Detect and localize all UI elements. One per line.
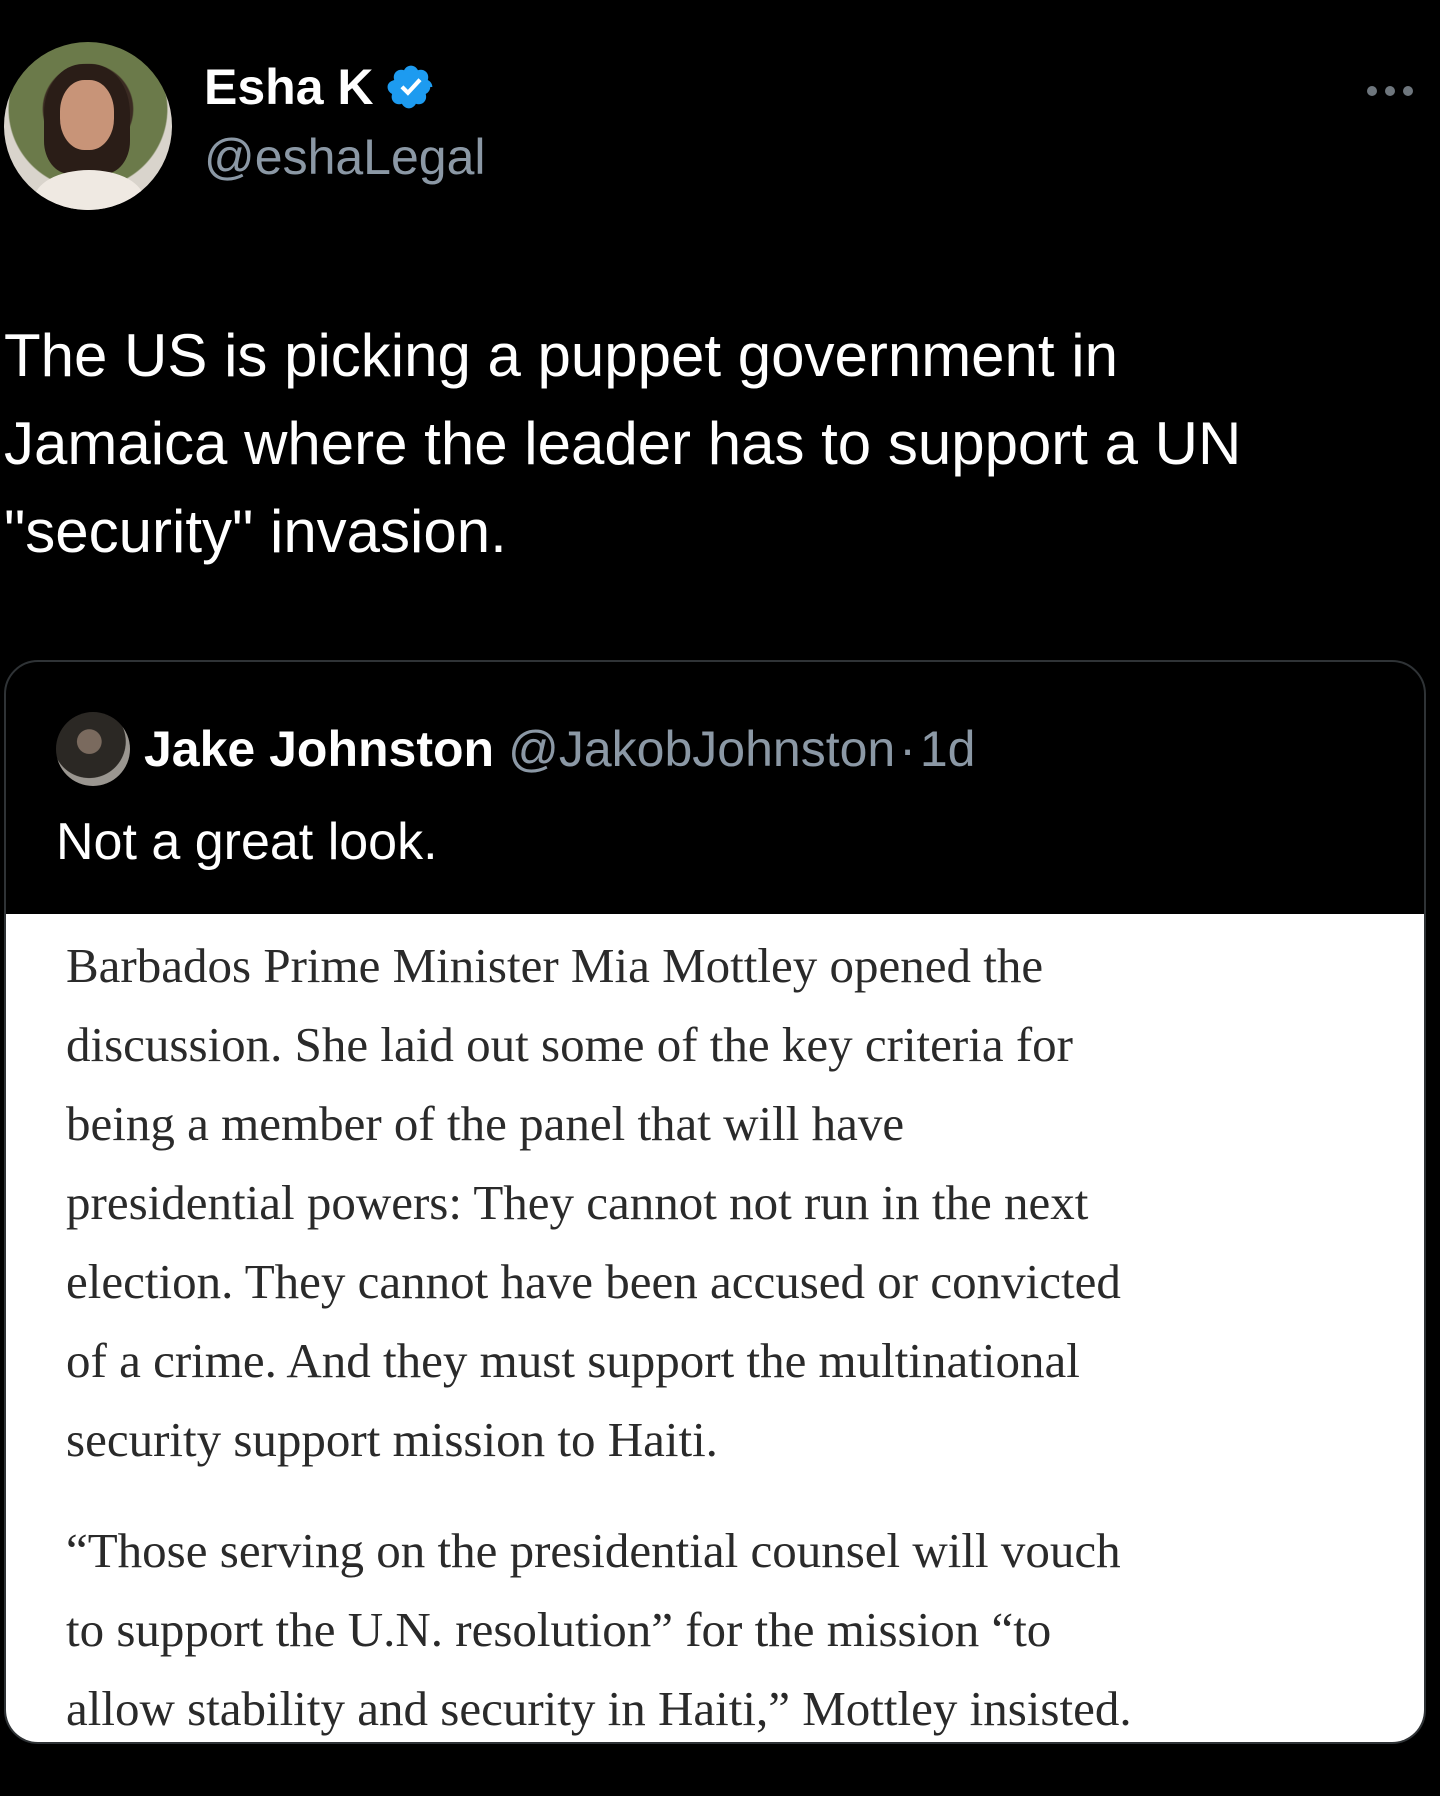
tweet-line: The US is picking a puppet government in bbox=[4, 322, 1118, 389]
quoted-text: Not a great look. bbox=[56, 813, 438, 871]
article-line: of a crime. And they must support the mu… bbox=[66, 1333, 1080, 1388]
article-line: “Those serving on the presidential couns… bbox=[66, 1523, 1121, 1578]
author-name-row: Esha K bbox=[204, 58, 436, 116]
quoted-avatar[interactable] bbox=[56, 712, 130, 786]
avatar-shirt bbox=[34, 170, 144, 210]
more-dot bbox=[1367, 86, 1377, 96]
author-avatar[interactable] bbox=[4, 42, 172, 210]
article-line: Barbados Prime Minister Mia Mottley open… bbox=[66, 938, 1044, 993]
more-dot bbox=[1403, 86, 1413, 96]
more-dot bbox=[1385, 86, 1395, 96]
quoted-author-name[interactable]: Jake Johnston bbox=[144, 720, 494, 778]
author-name[interactable]: Esha K bbox=[204, 58, 374, 116]
article-line: to support the U.N. resolution” for the … bbox=[66, 1602, 1052, 1657]
article-line: allow stability and security in Haiti,” … bbox=[66, 1681, 1132, 1736]
author-handle[interactable]: @eshaLegal bbox=[204, 128, 486, 186]
tweet-text: The US is picking a puppet government in… bbox=[4, 312, 1364, 576]
article-paragraph-1: Barbados Prime Minister Mia Mottley open… bbox=[6, 926, 1424, 1479]
quoted-timestamp[interactable]: 1d bbox=[920, 720, 976, 778]
article-line: election. They cannot have been accused … bbox=[66, 1254, 1121, 1309]
article-line: discussion. She laid out some of the key… bbox=[66, 1017, 1073, 1072]
quoted-tweet-card[interactable]: Jake Johnston @JakobJohnston · 1d Not a … bbox=[4, 660, 1426, 1744]
article-line: being a member of the panel that will ha… bbox=[66, 1096, 905, 1151]
tweet-line: "security" invasion. bbox=[4, 498, 507, 565]
quoted-image-article-excerpt[interactable]: Barbados Prime Minister Mia Mottley open… bbox=[6, 914, 1424, 1742]
more-options-icon[interactable] bbox=[1362, 76, 1418, 106]
tweet-line: Jamaica where the leader has to support … bbox=[4, 410, 1242, 477]
quoted-header: Jake Johnston @JakobJohnston · 1d bbox=[56, 712, 976, 786]
quoted-separator: · bbox=[899, 721, 916, 777]
article-line: presidential powers: They cannot not run… bbox=[66, 1175, 1089, 1230]
quoted-author-handle[interactable]: @JakobJohnston bbox=[508, 720, 895, 778]
article-line: security support mission to Haiti. bbox=[66, 1412, 718, 1467]
article-paragraph-2: “Those serving on the presidential couns… bbox=[6, 1511, 1424, 1742]
verified-badge-icon bbox=[387, 65, 432, 109]
avatar-face bbox=[60, 80, 114, 150]
